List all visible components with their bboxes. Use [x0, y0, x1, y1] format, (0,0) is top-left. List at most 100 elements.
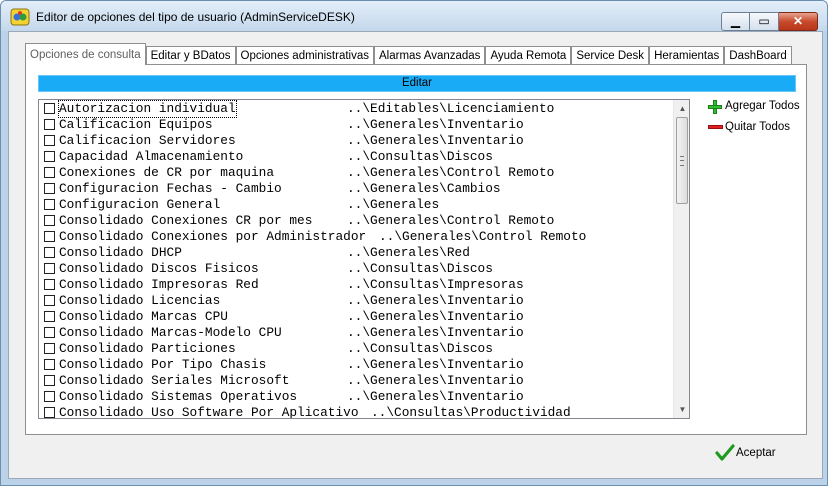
tab-service-desk[interactable]: Service Desk [571, 46, 650, 65]
tab-opciones-administrativas[interactable]: Opciones administrativas [235, 46, 374, 65]
item-path: ..\Generales\Control Remoto [347, 213, 555, 228]
item-checkbox[interactable] [44, 263, 55, 274]
item-checkbox[interactable] [44, 247, 55, 258]
window-title: Editor de opciones del tipo de usuario (… [36, 10, 355, 24]
section-header: Editar [38, 75, 796, 92]
list-item[interactable]: Configuracion General ..\Generales [39, 197, 669, 213]
item-name: Configuracion Fechas - Cambio [59, 181, 282, 196]
list-item[interactable]: Consolidado Particiones ..\Consultas\Disc… [39, 341, 669, 357]
item-checkbox[interactable] [44, 359, 55, 370]
item-checkbox[interactable] [44, 295, 55, 306]
item-name: Consolidado DHCP [59, 245, 182, 260]
grip-icon [680, 156, 684, 166]
scroll-thumb[interactable] [676, 117, 688, 204]
tab-editar-y-bdatos[interactable]: Editar y BDatos [145, 46, 236, 65]
list-item[interactable]: Autorizacion individual ..\Editables\Lice… [39, 100, 669, 118]
item-path: ..\Consultas\Productividad [371, 405, 571, 419]
scroll-up-icon[interactable]: ▲ [674, 100, 689, 117]
dialog-client-area: Opciones de consulta Editar y BDatos Opc… [8, 31, 823, 479]
item-checkbox[interactable] [44, 327, 55, 338]
close-button[interactable]: ✕ [779, 12, 818, 31]
close-icon: ✕ [792, 14, 804, 28]
item-name: Consolidado Uso Software Por Aplicativo [59, 405, 359, 419]
tab-opciones-de-consulta[interactable]: Opciones de consulta [25, 43, 146, 65]
item-checkbox[interactable] [44, 135, 55, 146]
list-item[interactable]: Capacidad Almacenamiento ..\Consultas\Dis… [39, 149, 669, 165]
item-checkbox[interactable] [44, 215, 55, 226]
item-path: ..\Consultas\Discos [347, 341, 493, 356]
item-path: ..\Generales\Inventario [347, 293, 524, 308]
item-path: ..\Generales\Inventario [347, 389, 524, 404]
item-name: Capacidad Almacenamiento [59, 149, 244, 164]
item-checkbox[interactable] [44, 151, 55, 162]
item-path: ..\Generales\Control Remoto [379, 229, 587, 244]
item-path: ..\Generales\Inventario [347, 133, 524, 148]
item-checkbox[interactable] [44, 231, 55, 242]
plus-icon [708, 100, 722, 114]
tab-heramientas[interactable]: Heramientas [649, 46, 725, 65]
item-path: ..\Generales\Inventario [347, 309, 524, 324]
item-checkbox[interactable] [44, 119, 55, 130]
list-item[interactable]: Configuracion Fechas - Cambio ..\Generale… [39, 181, 669, 197]
editor-window: Editor de opciones del tipo de usuario (… [0, 0, 828, 486]
list-item[interactable]: Consolidado Marcas CPU ..\Generales\Inven… [39, 309, 669, 325]
item-path: ..\Consultas\Discos [347, 149, 493, 164]
item-name: Consolidado Conexiones CR por mes [59, 213, 313, 228]
list-item[interactable]: Calificacion Equipos ..\Generales\Inventa… [39, 117, 669, 133]
item-name: Consolidado Particiones [59, 341, 236, 356]
list-item[interactable]: Consolidado Licencias ..\Generales\Invent… [39, 293, 669, 309]
item-name: Consolidado Conexiones por Administrador [59, 229, 367, 244]
maximize-icon: ▭ [758, 14, 770, 28]
checkmark-icon [715, 444, 735, 461]
tab-dashboard[interactable]: DashBoard [724, 46, 792, 65]
vertical-scrollbar[interactable]: ▲ ▼ [673, 100, 689, 418]
list-item[interactable]: Consolidado Marcas-Modelo CPU ..\Generale… [39, 325, 669, 341]
title-bar[interactable]: Editor de opciones del tipo de usuario (… [1, 1, 827, 31]
item-path: ..\Generales\Inventario [347, 117, 524, 132]
list-item[interactable]: Consolidado Conexiones por Administrador… [39, 229, 669, 245]
list-item[interactable]: Consolidado Discos Fisicos ..\Consultas\D… [39, 261, 669, 277]
list-item[interactable]: Consolidado DHCP ..\Generales\Red [39, 245, 669, 261]
scroll-down-icon[interactable]: ▼ [674, 401, 689, 418]
item-checkbox[interactable] [44, 311, 55, 322]
options-checklist[interactable]: Autorizacion individual ..\Editables\Lice… [38, 99, 690, 419]
item-checkbox[interactable] [44, 391, 55, 402]
item-path: ..\Consultas\Discos [347, 261, 493, 276]
add-all-label: Agregar Todos [725, 100, 800, 112]
list-item[interactable]: Consolidado Seriales Microsoft ..\General… [39, 373, 669, 389]
list-item[interactable]: Consolidado Por Tipo Chasis ..\Generales\… [39, 357, 669, 373]
list-item[interactable]: Calificacion Servidores ..\Generales\Inve… [39, 133, 669, 149]
tab-ayuda-remota[interactable]: Ayuda Remota [485, 46, 572, 65]
remove-all-label: Quitar Todos [725, 121, 790, 133]
minus-icon [708, 125, 723, 129]
accept-label: Aceptar [736, 447, 776, 459]
item-checkbox[interactable] [44, 343, 55, 354]
minimize-button[interactable]: ▁ [721, 12, 750, 31]
list-item[interactable]: Consolidado Conexiones CR por mes ..\Gene… [39, 213, 669, 229]
item-name: Consolidado Impresoras Red [59, 277, 259, 292]
item-path: ..\Generales\Inventario [347, 325, 524, 340]
maximize-button[interactable]: ▭ [750, 12, 779, 31]
item-path: ..\Generales\Inventario [347, 357, 524, 372]
item-path: ..\Consultas\Impresoras [347, 277, 524, 292]
list-item[interactable]: Conexiones de CR por maquina ..\Generales… [39, 165, 669, 181]
item-checkbox[interactable] [44, 103, 55, 114]
item-checkbox[interactable] [44, 183, 55, 194]
item-path: ..\Generales [347, 197, 440, 212]
item-name: Consolidado Por Tipo Chasis [59, 357, 267, 372]
item-checkbox[interactable] [44, 407, 55, 418]
list-item[interactable]: Consolidado Sistemas Operativos ..\Genera… [39, 389, 669, 405]
tab-strip: Opciones de consulta Editar y BDatos Opc… [25, 43, 792, 65]
item-path: ..\Editables\Licenciamiento [347, 101, 555, 116]
item-name: Consolidado Marcas-Modelo CPU [59, 325, 282, 340]
list-item[interactable]: Consolidado Impresoras Red ..\Consultas\I… [39, 277, 669, 293]
item-name: Autorizacion individual [58, 100, 237, 118]
item-checkbox[interactable] [44, 375, 55, 386]
item-name: Configuracion General [59, 197, 221, 212]
tab-alarmas-avanzadas[interactable]: Alarmas Avanzadas [374, 46, 486, 65]
item-checkbox[interactable] [44, 167, 55, 178]
item-checkbox[interactable] [44, 199, 55, 210]
minimize-icon: ▁ [730, 14, 741, 28]
list-item[interactable]: Consolidado Uso Software Por Aplicativo.… [39, 405, 669, 419]
item-checkbox[interactable] [44, 279, 55, 290]
